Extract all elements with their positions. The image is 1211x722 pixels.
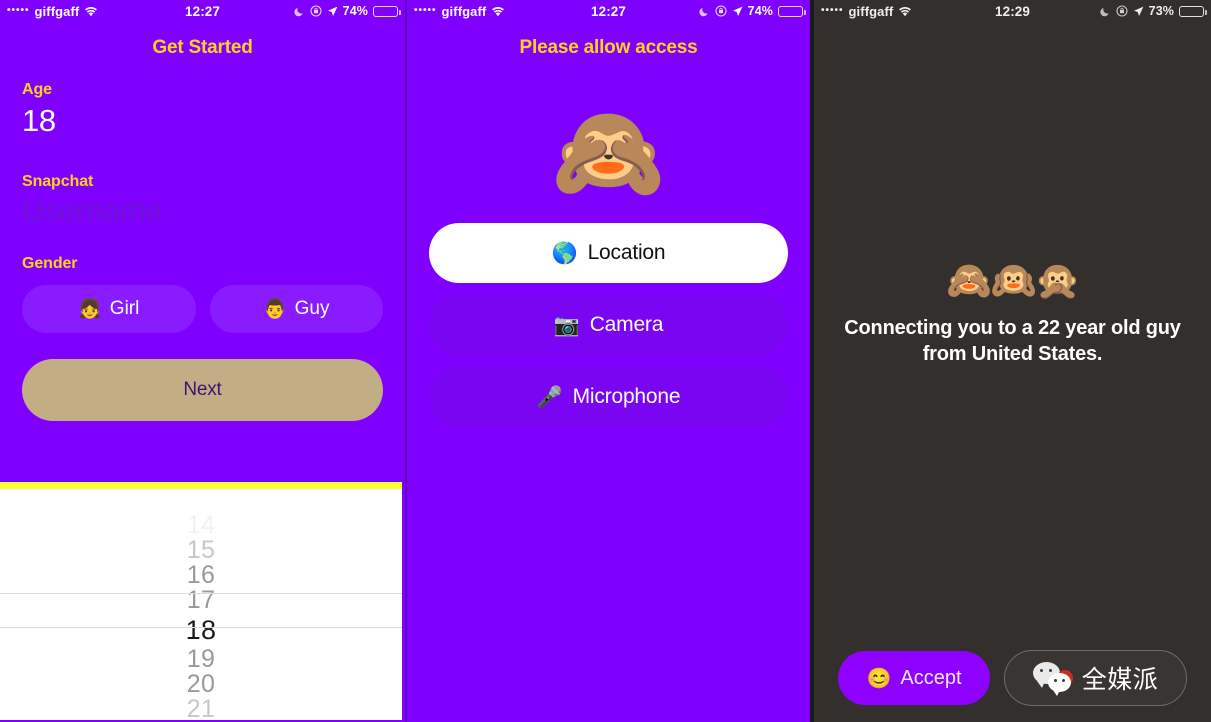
status-left: ••••• giffgaff: [7, 4, 185, 19]
snapchat-input[interactable]: Username: [22, 193, 383, 229]
picker-selection-line-top: [0, 593, 402, 594]
wechat-watermark-badge: 全媒派: [1004, 650, 1187, 706]
moon-icon: [294, 6, 305, 17]
status-clock: 12:27: [590, 3, 627, 19]
carrier-label: giffgaff: [441, 3, 487, 19]
wifi-icon: [84, 6, 98, 17]
signal-dots-icon: •••••: [821, 5, 844, 16]
panel-permissions: ••••• giffgaff 12:27 74% Please allow ac…: [405, 0, 810, 722]
picker-wheel[interactable]: 14 15 16 17 18 19 20 21 22: [0, 489, 402, 722]
next-button[interactable]: Next: [22, 359, 383, 421]
globe-icon: 🌎: [551, 241, 578, 265]
picker-item[interactable]: 19: [0, 647, 402, 672]
microphone-icon: 🎤: [536, 385, 563, 409]
rotation-lock-icon: [1116, 5, 1128, 17]
battery-icon: [1179, 5, 1207, 17]
signup-form: Age 18 Snapchat Username Gender 👧 Girl 👨…: [0, 59, 405, 421]
picker-item[interactable]: 15: [0, 538, 402, 563]
permission-label-location: Location: [587, 241, 666, 264]
moon-icon: [1100, 6, 1111, 17]
picker-item[interactable]: 17: [0, 588, 402, 613]
rotation-lock-icon: [715, 5, 727, 17]
permission-list: 🌎 Location 📷 Camera 🎤 Microphone: [407, 223, 810, 427]
rotation-lock-icon: [310, 5, 322, 17]
status-clock: 12:27: [184, 3, 221, 19]
camera-icon: 📷: [553, 313, 580, 337]
wechat-logo-icon: [1032, 662, 1075, 696]
status-right: 74%: [626, 4, 806, 18]
status-right: 73%: [1030, 4, 1207, 18]
accept-button[interactable]: 😊 Accept: [838, 651, 990, 705]
connecting-message: Connecting you to a 22 year old guy from…: [844, 317, 1181, 365]
accept-button-label: Accept: [900, 666, 962, 689]
signal-dots-icon: •••••: [414, 5, 437, 16]
guy-emoji-icon: 👨: [262, 298, 287, 320]
permission-label-microphone: Microphone: [572, 385, 681, 408]
girl-emoji-icon: 👧: [78, 298, 102, 320]
connect-bottom-bar: 😊 Accept 全媒派: [814, 650, 1211, 706]
gender-option-guy[interactable]: 👨 Guy: [209, 285, 383, 333]
status-left: ••••• giffgaff: [821, 4, 995, 19]
battery-icon: [373, 5, 401, 17]
permission-button-camera[interactable]: 📷 Camera: [429, 295, 788, 355]
status-left: ••••• giffgaff: [414, 4, 591, 19]
battery-percent: 74%: [747, 4, 773, 18]
see-no-evil-monkey-icon: 🙈: [551, 102, 666, 204]
location-arrow-icon: [732, 6, 743, 17]
picker-selection-line-bottom: [0, 627, 402, 628]
screenshot-root: ••••• giffgaff 12:27 74% Get Started Age…: [0, 0, 1211, 722]
page-title-permissions: Please allow access: [519, 37, 698, 58]
location-arrow-icon: [1133, 6, 1144, 17]
picker-item-selected[interactable]: 18: [0, 613, 402, 647]
status-right: 74%: [220, 4, 401, 18]
permission-button-microphone[interactable]: 🎤 Microphone: [429, 367, 788, 427]
moon-icon: [699, 6, 710, 17]
status-bar-signup: ••••• giffgaff 12:27 74%: [0, 0, 405, 22]
age-label: Age: [22, 81, 52, 98]
status-bar-connecting: ••••• giffgaff 12:29 73%: [814, 0, 1211, 22]
battery-percent: 73%: [1148, 4, 1174, 18]
gender-option-girl-label: Girl: [109, 298, 140, 319]
carrier-label: giffgaff: [848, 3, 894, 19]
snapchat-label: Snapchat: [22, 173, 94, 190]
gender-label: Gender: [22, 255, 78, 272]
gender-option-guy-label: Guy: [294, 298, 330, 319]
picker-item[interactable]: 21: [0, 697, 402, 722]
status-bar-permissions: ••••• giffgaff 12:27 74%: [407, 0, 810, 22]
wifi-icon: [491, 6, 505, 17]
permission-button-location[interactable]: 🌎 Location: [429, 223, 788, 283]
battery-icon: [778, 5, 806, 17]
picker-list[interactable]: 14 15 16 17 18 19 20 21 22: [0, 489, 402, 722]
status-clock: 12:29: [994, 3, 1031, 19]
age-value[interactable]: 18: [22, 103, 383, 139]
picker-item[interactable]: 20: [0, 672, 402, 697]
permission-label-camera: Camera: [589, 313, 664, 336]
gender-option-girl[interactable]: 👧 Girl: [22, 285, 196, 333]
panel-connecting: ••••• giffgaff 12:29 73% 🙈🙉🙊 Connecting …: [810, 0, 1211, 722]
gender-options: 👧 Girl 👨 Guy: [22, 285, 383, 333]
signal-dots-icon: •••••: [7, 5, 30, 16]
smiley-icon: 😊: [866, 667, 892, 690]
picker-accent-bar: [0, 482, 402, 489]
wifi-icon: [898, 6, 912, 17]
panel-signup: ••••• giffgaff 12:27 74% Get Started Age…: [0, 0, 405, 722]
location-arrow-icon: [327, 6, 338, 17]
picker-item[interactable]: 16: [0, 563, 402, 588]
page-title-signup: Get Started: [152, 37, 253, 58]
age-picker[interactable]: 14 15 16 17 18 19 20 21 22: [0, 482, 404, 722]
wechat-watermark-text: 全媒派: [1081, 665, 1159, 694]
three-monkeys-icon: 🙈🙉🙊: [946, 260, 1080, 301]
picker-item[interactable]: 14: [0, 513, 402, 538]
carrier-label: giffgaff: [34, 3, 80, 19]
battery-percent: 74%: [342, 4, 368, 18]
wechat-bubble-small: [1047, 673, 1071, 696]
